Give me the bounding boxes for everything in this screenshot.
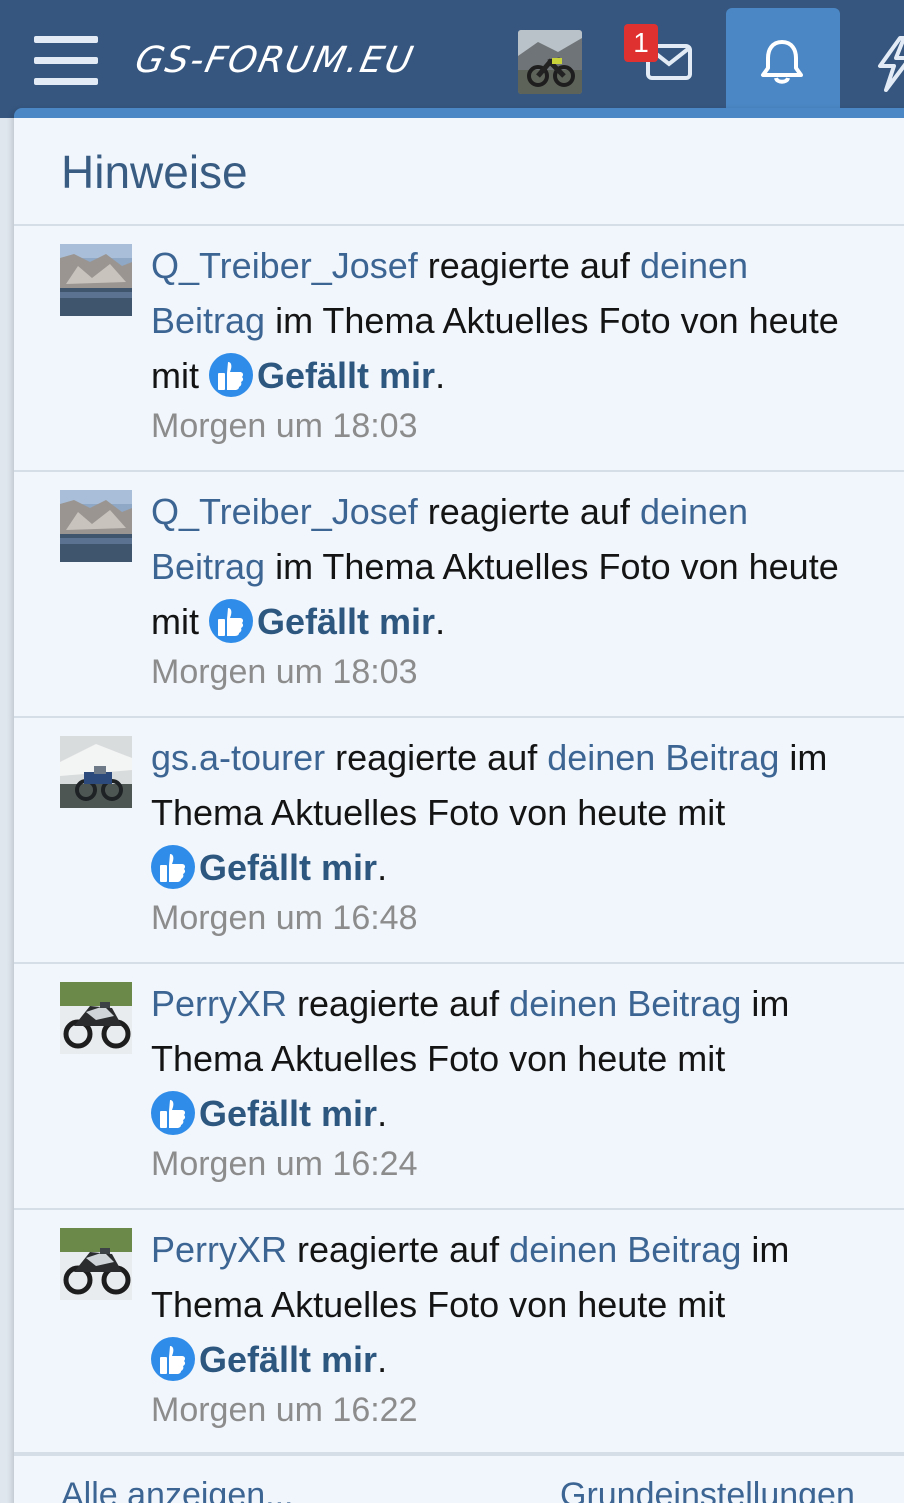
top-navigation-bar: GS-FORUM.EU 1 (0, 0, 904, 118)
alert-item[interactable]: PerryXR reagierte auf deinen Beitrag im … (14, 964, 904, 1210)
inbox-unread-badge: 1 (624, 24, 658, 62)
sender-avatar[interactable] (60, 736, 132, 808)
alerts-dropdown-panel: Hinweise Q_Treiber_Josef reagierte auf d… (14, 108, 904, 1503)
thumbs-up-icon (209, 599, 253, 643)
sender-avatar[interactable] (60, 1228, 132, 1300)
alert-username-link[interactable]: Q_Treiber_Josef (151, 491, 418, 532)
reaction-label: Gefällt mir (199, 1093, 378, 1134)
preferences-link[interactable]: Grundeinstellungen (560, 1476, 855, 1503)
alert-timestamp: Morgen um 16:24 (151, 1145, 418, 1183)
alert-action-text: reagierte auf (325, 737, 548, 778)
alert-action-text: reagierte auf (417, 491, 640, 532)
reaction-like: Gefällt mir (151, 845, 378, 889)
alert-end: . (377, 1339, 388, 1380)
bell-icon (761, 40, 803, 84)
alert-text: gs.a-tourer reagierte auf deinen Beitrag… (151, 730, 851, 895)
alert-action-text: reagierte auf (287, 1229, 510, 1270)
alert-username-link[interactable]: PerryXR (151, 1229, 287, 1270)
reaction-like: Gefällt mir (209, 353, 436, 397)
alert-list: Q_Treiber_Josef reagierte auf deinen Bei… (14, 226, 904, 1456)
alert-item[interactable]: gs.a-tourer reagierte auf deinen Beitrag… (14, 718, 904, 964)
sender-avatar[interactable] (60, 244, 132, 316)
alert-text: PerryXR reagierte auf deinen Beitrag im … (151, 1222, 851, 1387)
alert-end: . (377, 1093, 388, 1134)
menu-icon[interactable] (32, 34, 100, 90)
reaction-label: Gefällt mir (199, 1339, 378, 1380)
alert-username-link[interactable]: Q_Treiber_Josef (151, 245, 418, 286)
alert-text: Q_Treiber_Josef reagierte auf deinen Bei… (151, 484, 851, 649)
reaction-like: Gefällt mir (151, 1337, 378, 1381)
thumbs-up-icon (151, 1337, 195, 1381)
site-logo[interactable]: GS-FORUM.EU (132, 40, 418, 81)
show-all-link[interactable]: Alle anzeigen... (61, 1476, 294, 1503)
sender-avatar[interactable] (60, 490, 132, 562)
panel-header: Hinweise (14, 118, 904, 226)
user-avatar[interactable] (518, 30, 582, 94)
alert-timestamp: Morgen um 18:03 (151, 653, 418, 691)
thumbs-up-icon (209, 353, 253, 397)
bolt-icon (878, 36, 904, 92)
inbox-button[interactable]: 1 (622, 22, 698, 98)
alert-timestamp: Morgen um 16:48 (151, 899, 418, 937)
alert-username-link[interactable]: gs.a-tourer (151, 737, 325, 778)
alert-post-link[interactable]: deinen Beitrag (509, 983, 741, 1024)
alert-action-text: reagierte auf (417, 245, 640, 286)
alert-action-text: reagierte auf (287, 983, 510, 1024)
sender-avatar[interactable] (60, 982, 132, 1054)
alert-post-link[interactable]: deinen Beitrag (547, 737, 779, 778)
alert-item[interactable]: PerryXR reagierte auf deinen Beitrag im … (14, 1210, 904, 1456)
thumbs-up-icon (151, 845, 195, 889)
alert-text: PerryXR reagierte auf deinen Beitrag im … (151, 976, 851, 1141)
alert-text: Q_Treiber_Josef reagierte auf deinen Bei… (151, 238, 851, 403)
alert-item[interactable]: Q_Treiber_Josef reagierte auf deinen Bei… (14, 226, 904, 472)
reaction-label: Gefällt mir (199, 847, 378, 888)
panel-title: Hinweise (61, 146, 248, 198)
reaction-label: Gefällt mir (257, 355, 436, 396)
alert-timestamp: Morgen um 16:22 (151, 1391, 418, 1429)
alert-end: . (435, 355, 446, 396)
reaction-like: Gefällt mir (209, 599, 436, 643)
alert-item[interactable]: Q_Treiber_Josef reagierte auf deinen Bei… (14, 472, 904, 718)
whats-new-button[interactable] (874, 36, 904, 92)
reaction-label: Gefällt mir (257, 601, 436, 642)
alerts-button[interactable] (726, 8, 840, 116)
alert-post-link[interactable]: deinen Beitrag (509, 1229, 741, 1270)
reaction-like: Gefällt mir (151, 1091, 378, 1135)
alert-end: . (377, 847, 388, 888)
alert-end: . (435, 601, 446, 642)
alert-timestamp: Morgen um 18:03 (151, 407, 418, 445)
thumbs-up-icon (151, 1091, 195, 1135)
alert-username-link[interactable]: PerryXR (151, 983, 287, 1024)
panel-footer: Alle anzeigen... Grundeinstellungen (14, 1452, 904, 1503)
